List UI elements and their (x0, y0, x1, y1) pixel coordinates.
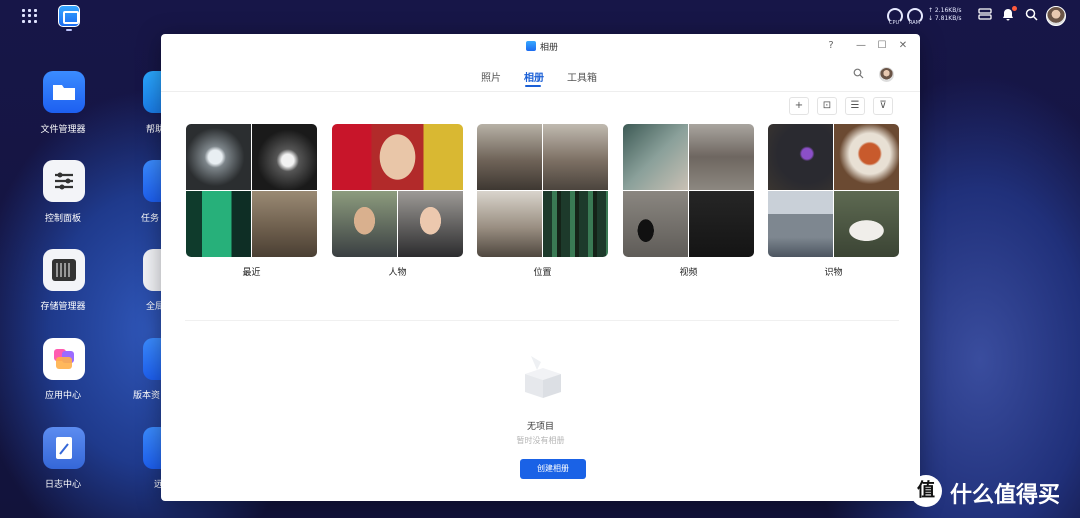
notification-badge (1012, 6, 1017, 11)
active-tab-indicator (525, 85, 541, 87)
album-video[interactable]: 视频 (623, 124, 754, 282)
photo-thumbnail (768, 191, 833, 257)
photo-thumbnail (477, 191, 542, 257)
app-launcher-icon[interactable] (22, 9, 38, 23)
tab-albums[interactable]: 相册 (524, 69, 544, 84)
watermark: 值 什么值得买 (910, 474, 1076, 508)
control-panel-label: 控制面板 (44, 214, 81, 224)
photo-thumbnail (186, 124, 251, 190)
photo-thumbnail (398, 191, 463, 257)
photo-thumbnail (689, 191, 754, 257)
photo-thumbnail (332, 191, 397, 257)
photo-thumbnail (477, 124, 542, 190)
upload-speed: ↑ 2.16KB/s (928, 7, 962, 14)
maximize-button[interactable]: ☐ (875, 39, 889, 53)
tab-bar: 照片 相册 工具箱 (161, 64, 920, 90)
close-button[interactable]: ✕ (896, 39, 910, 53)
album-label: 最近 (242, 268, 261, 278)
remote-app-label: 远 (154, 480, 164, 490)
album-label: 视频 (679, 268, 698, 278)
user-avatar[interactable] (1046, 6, 1066, 26)
log-center-icon[interactable] (43, 427, 85, 469)
empty-box-icon (517, 352, 569, 402)
window-user-avatar[interactable] (879, 67, 894, 82)
running-indicator (66, 29, 72, 31)
minimize-button[interactable]: — (854, 39, 868, 53)
photos-taskbar-icon[interactable] (58, 5, 80, 27)
top-taskbar: CPU RAM ↑ 2.16KB/s ↓ 7.81KB/s (0, 0, 1080, 32)
empty-state-title: 无项目 (526, 422, 554, 432)
ram-label: RAM (909, 20, 921, 26)
cpu-label: CPU (889, 20, 900, 26)
version-app-label: 版本资 (133, 391, 161, 401)
create-album-button[interactable]: 创建相册 (520, 459, 586, 479)
photo-thumbnail (689, 124, 754, 190)
photo-thumbnail (332, 124, 463, 190)
photo-thumbnail (834, 124, 899, 190)
album-label: 人物 (388, 268, 407, 278)
control-panel-icon[interactable] (43, 160, 85, 202)
photo-thumbnail (834, 191, 899, 257)
search-icon[interactable] (853, 68, 864, 82)
photo-thumbnail (186, 191, 251, 257)
photo-thumbnail (623, 124, 688, 190)
album-label: 识物 (824, 268, 843, 278)
photo-thumbnail (623, 191, 688, 257)
network-speed[interactable]: ↑ 2.16KB/s ↓ 7.81KB/s (928, 7, 962, 23)
photos-window: 相册 ? — ☐ ✕ 照片 相册 工具箱 + ⊡ ☰ ⊽ 最近 人物 位置 视频… (161, 34, 920, 501)
log-center-label: 日志中心 (44, 480, 81, 490)
storage-manager-icon[interactable] (43, 249, 85, 291)
help-app-label: 帮助 (146, 125, 165, 135)
album-thumbnail-mosaic (332, 124, 463, 257)
photo-thumbnail (252, 191, 317, 257)
album-thumbnail-mosaic (768, 124, 899, 257)
divider (161, 91, 920, 92)
album-location[interactable]: 位置 (477, 124, 608, 282)
window-titlebar[interactable]: 相册 ? — ☐ ✕ (161, 34, 920, 58)
empty-state-subtitle: 暂时没有相册 (516, 436, 565, 445)
tab-toolbox[interactable]: 工具箱 (567, 69, 597, 84)
download-speed: ↓ 7.81KB/s (928, 15, 962, 22)
window-title: 相册 (540, 43, 559, 53)
album-thumbnail-mosaic (623, 124, 754, 257)
filter-button[interactable]: ⊽ (873, 97, 893, 115)
sort-button[interactable]: ☰ (845, 97, 865, 115)
add-album-button[interactable]: + (789, 97, 809, 115)
photo-thumbnail (543, 124, 608, 190)
face-scan-button[interactable]: ⊡ (817, 97, 837, 115)
app-center-label: 应用中心 (44, 391, 81, 401)
album-thumbnail-mosaic (477, 124, 608, 257)
file-manager-icon[interactable] (43, 71, 85, 113)
album-people[interactable]: 人物 (332, 124, 463, 282)
global-app-label: 全局 (146, 302, 165, 312)
server-icon[interactable] (976, 8, 994, 25)
photo-thumbnail (252, 124, 317, 190)
divider (185, 320, 899, 321)
album-recent[interactable]: 最近 (186, 124, 317, 282)
photo-thumbnail (543, 191, 608, 257)
search-icon[interactable] (1022, 8, 1040, 26)
album-objects[interactable]: 识物 (768, 124, 899, 282)
task-app-label: 任务 (141, 214, 160, 224)
storage-manager-label: 存储管理器 (40, 302, 86, 312)
watermark-text: 什么值得买 (950, 483, 1061, 508)
album-thumbnail-mosaic (186, 124, 317, 257)
album-label: 位置 (533, 268, 552, 278)
help-button[interactable]: ? (824, 39, 838, 53)
file-manager-label: 文件管理器 (40, 125, 86, 135)
photo-thumbnail (768, 124, 833, 190)
photos-app-icon (526, 41, 536, 51)
app-center-icon[interactable] (43, 338, 85, 380)
tab-photos[interactable]: 照片 (481, 69, 501, 84)
watermark-logo: 值 (910, 475, 942, 507)
